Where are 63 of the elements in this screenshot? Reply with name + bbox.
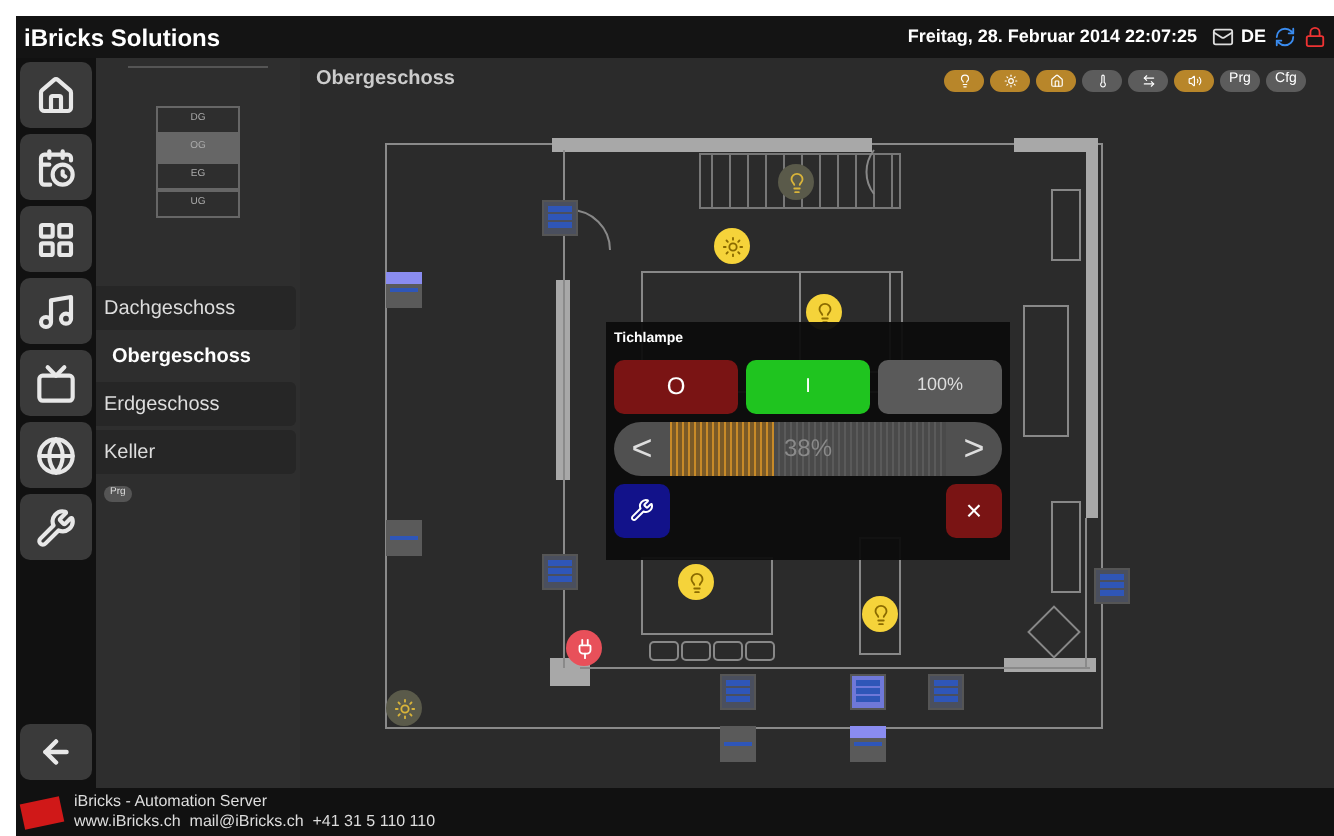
schedule-button[interactable] [20,134,92,200]
home-button[interactable] [20,62,92,128]
off-button[interactable]: O [614,359,738,413]
tv-icon [36,363,76,403]
back-button[interactable] [20,724,92,780]
dimmer-reading: 38% [781,432,835,466]
bulb-button[interactable] [944,70,984,92]
language-selector[interactable]: DE [1240,23,1266,51]
bulb-icon[interactable] [778,164,814,200]
house-icon [1049,74,1063,88]
logo-icon [19,795,65,829]
wrench-icon [630,498,654,522]
bulb-icon [957,74,971,88]
settings-button[interactable] [614,483,670,537]
house-button[interactable] [1036,70,1076,92]
speaker-button[interactable] [1174,70,1214,92]
floor-title: Obergeschoss [316,66,455,94]
sun-icon [1003,74,1017,88]
wrench-icon [36,507,76,547]
dimmer-slider[interactable]: < 38% > [614,421,1002,475]
floor-item[interactable]: Dachgeschoss [96,286,296,330]
floor-item[interactable]: Obergeschoss [96,334,296,378]
plug-icon [573,637,595,659]
music-icon [36,291,76,331]
floor-item[interactable]: Keller [96,430,296,474]
schedule-icon [36,147,76,187]
grid-icon [36,219,76,259]
thermometer-icon [1095,74,1109,88]
bulb-glyph-icon [869,603,891,625]
bulb-icon[interactable] [862,596,898,632]
globe-icon [36,435,76,475]
music-button[interactable] [20,278,92,344]
increase-button[interactable]: > [946,421,1002,475]
bulb-glyph-icon [785,171,807,193]
floor-item[interactable]: Erdgeschoss [96,382,296,426]
close-button[interactable]: × [946,483,1002,537]
sun-glyph-icon [393,697,415,719]
home-icon [36,75,76,115]
bulb-glyph-icon [813,301,835,323]
bulb-glyph-icon [685,571,707,593]
date-time: Freitag, 28. Februar 2014 22:07:25 [907,23,1197,50]
app-title: iBricks Solutions [24,21,221,55]
mail-icon[interactable] [1212,26,1235,48]
wrench-button[interactable] [20,494,92,560]
arrows-icon [1141,74,1155,88]
refresh-icon[interactable] [1274,26,1296,48]
ceiling-light-icon[interactable] [714,228,750,264]
thermometer-button[interactable] [1082,70,1122,92]
grid-button[interactable] [20,206,92,272]
globe-button[interactable] [20,422,92,488]
sun-glyph-icon [721,235,743,257]
decrease-button[interactable]: < [614,421,670,475]
sun-button[interactable] [990,70,1030,92]
tv-button[interactable] [20,350,92,416]
footer-contact: www.iBricks.ch mail@iBricks.ch +41 31 5 110 110 [74,812,436,832]
speaker-icon [1187,74,1201,88]
full-brightness-button[interactable]: 100% [878,359,1002,413]
lock-icon[interactable] [1304,26,1326,48]
arrows-button[interactable] [1128,70,1168,92]
bulb-icon[interactable] [678,564,714,600]
ceiling-light-icon[interactable] [386,690,422,726]
socket-icon[interactable] [566,630,602,666]
footer-title: iBricks - Automation Server [74,792,269,812]
